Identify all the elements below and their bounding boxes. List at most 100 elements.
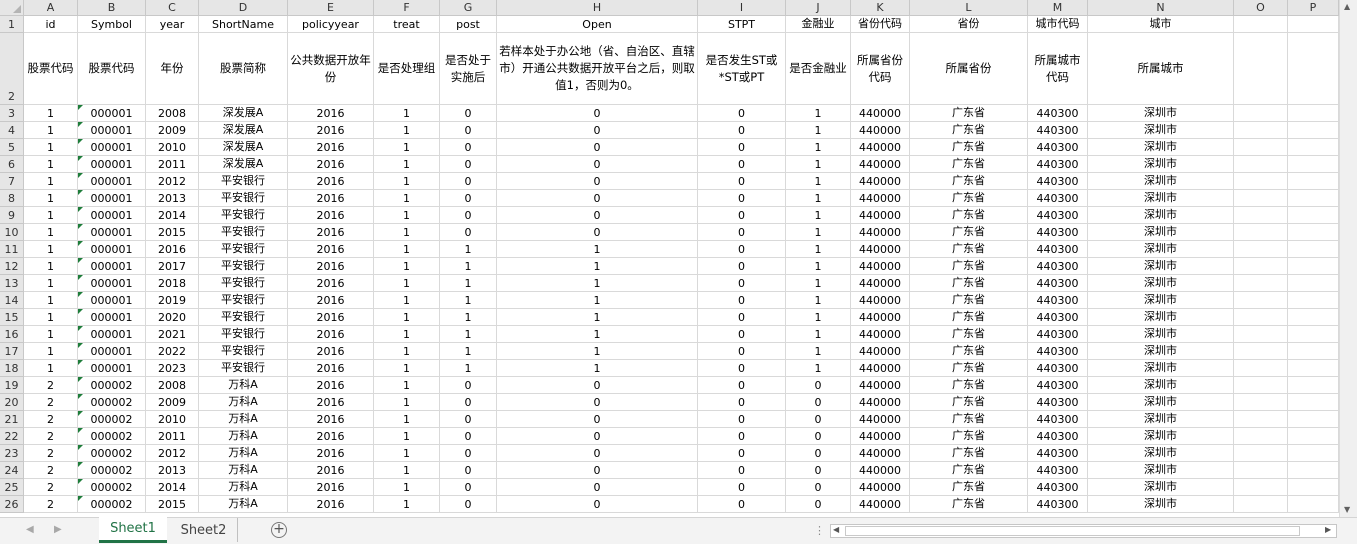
- column-description-cell[interactable]: 股票简称: [199, 33, 288, 105]
- table-cell[interactable]: 平安银行: [199, 258, 288, 275]
- table-cell[interactable]: 广东省: [910, 394, 1028, 411]
- table-cell[interactable]: 2022: [146, 343, 199, 360]
- table-cell[interactable]: 2016: [288, 122, 374, 139]
- row-header[interactable]: 9: [0, 207, 24, 224]
- table-cell[interactable]: 440000: [851, 292, 910, 309]
- table-cell[interactable]: [1288, 241, 1339, 258]
- table-cell[interactable]: 深圳市: [1088, 292, 1234, 309]
- table-cell[interactable]: 1: [786, 224, 851, 241]
- table-cell[interactable]: 440000: [851, 241, 910, 258]
- table-cell[interactable]: 000001: [78, 360, 146, 377]
- table-cell[interactable]: 440300: [1028, 428, 1088, 445]
- table-cell[interactable]: 0: [497, 496, 698, 513]
- table-cell[interactable]: 2: [24, 445, 78, 462]
- table-cell[interactable]: 深圳市: [1088, 241, 1234, 258]
- table-cell[interactable]: 440000: [851, 309, 910, 326]
- table-cell[interactable]: 0: [497, 377, 698, 394]
- table-cell[interactable]: 440300: [1028, 479, 1088, 496]
- table-cell[interactable]: 深圳市: [1088, 428, 1234, 445]
- table-cell[interactable]: 1: [497, 326, 698, 343]
- table-cell[interactable]: 1: [440, 241, 497, 258]
- row-header[interactable]: 23: [0, 445, 24, 462]
- table-cell[interactable]: 2012: [146, 445, 199, 462]
- table-cell[interactable]: 深圳市: [1088, 190, 1234, 207]
- table-cell[interactable]: 440000: [851, 207, 910, 224]
- table-cell[interactable]: [1234, 105, 1288, 122]
- column-title-cell[interactable]: 省份: [910, 16, 1028, 33]
- row-header[interactable]: 12: [0, 258, 24, 275]
- table-cell[interactable]: 0: [497, 428, 698, 445]
- table-cell[interactable]: [1234, 292, 1288, 309]
- table-cell[interactable]: [1234, 207, 1288, 224]
- table-cell[interactable]: 0: [497, 224, 698, 241]
- table-cell[interactable]: 2016: [288, 360, 374, 377]
- table-cell[interactable]: 2016: [288, 258, 374, 275]
- table-cell[interactable]: 深圳市: [1088, 479, 1234, 496]
- table-cell[interactable]: 0: [698, 224, 786, 241]
- table-cell[interactable]: 2008: [146, 377, 199, 394]
- table-cell[interactable]: 广东省: [910, 156, 1028, 173]
- table-cell[interactable]: 000001: [78, 156, 146, 173]
- table-cell[interactable]: 1: [24, 173, 78, 190]
- table-cell[interactable]: 广东省: [910, 360, 1028, 377]
- column-header-p[interactable]: P: [1288, 0, 1339, 16]
- table-cell[interactable]: 000002: [78, 377, 146, 394]
- table-cell[interactable]: 0: [440, 462, 497, 479]
- table-cell[interactable]: 2: [24, 462, 78, 479]
- table-cell[interactable]: 1: [497, 275, 698, 292]
- table-cell[interactable]: [1234, 496, 1288, 513]
- table-cell[interactable]: 0: [440, 190, 497, 207]
- table-cell[interactable]: 2015: [146, 496, 199, 513]
- table-cell[interactable]: 0: [440, 139, 497, 156]
- row-header[interactable]: 4: [0, 122, 24, 139]
- table-cell[interactable]: 2016: [288, 190, 374, 207]
- table-cell[interactable]: 440300: [1028, 394, 1088, 411]
- table-cell[interactable]: 深圳市: [1088, 411, 1234, 428]
- column-header-f[interactable]: F: [374, 0, 440, 16]
- table-cell[interactable]: 2017: [146, 258, 199, 275]
- table-cell[interactable]: 0: [698, 241, 786, 258]
- table-cell[interactable]: 0: [698, 258, 786, 275]
- table-cell[interactable]: 0: [698, 156, 786, 173]
- table-cell[interactable]: 2016: [288, 275, 374, 292]
- table-cell[interactable]: 2021: [146, 326, 199, 343]
- table-cell[interactable]: 0: [698, 428, 786, 445]
- table-cell[interactable]: 1: [24, 275, 78, 292]
- table-cell[interactable]: 1: [786, 122, 851, 139]
- table-cell[interactable]: 平安银行: [199, 207, 288, 224]
- table-cell[interactable]: 0: [698, 462, 786, 479]
- row-header[interactable]: 22: [0, 428, 24, 445]
- horizontal-scrollbar[interactable]: ◀ ▶: [830, 524, 1337, 538]
- row-header[interactable]: 6: [0, 156, 24, 173]
- table-cell[interactable]: 2015: [146, 224, 199, 241]
- table-cell[interactable]: 万科A: [199, 411, 288, 428]
- table-cell[interactable]: 2016: [288, 105, 374, 122]
- table-cell[interactable]: [1234, 445, 1288, 462]
- table-cell[interactable]: 广东省: [910, 275, 1028, 292]
- table-cell[interactable]: 1: [374, 462, 440, 479]
- table-cell[interactable]: 1: [497, 343, 698, 360]
- column-title-cell[interactable]: year: [146, 16, 199, 33]
- column-description-cell[interactable]: [1288, 33, 1339, 105]
- column-description-cell[interactable]: 是否金融业: [786, 33, 851, 105]
- table-cell[interactable]: 440300: [1028, 445, 1088, 462]
- table-cell[interactable]: 1: [786, 292, 851, 309]
- table-cell[interactable]: 1: [24, 309, 78, 326]
- table-cell[interactable]: 万科A: [199, 462, 288, 479]
- row-header[interactable]: 24: [0, 462, 24, 479]
- table-cell[interactable]: 2016: [288, 479, 374, 496]
- table-cell[interactable]: 440300: [1028, 190, 1088, 207]
- table-cell[interactable]: 000002: [78, 394, 146, 411]
- table-cell[interactable]: 1: [786, 275, 851, 292]
- table-cell[interactable]: 0: [440, 122, 497, 139]
- table-cell[interactable]: 1: [786, 258, 851, 275]
- table-cell[interactable]: 440000: [851, 139, 910, 156]
- table-cell[interactable]: 440300: [1028, 139, 1088, 156]
- table-cell[interactable]: 广东省: [910, 190, 1028, 207]
- table-cell[interactable]: 000001: [78, 190, 146, 207]
- plus-circle-icon[interactable]: +: [271, 522, 287, 538]
- table-cell[interactable]: 广东省: [910, 479, 1028, 496]
- column-description-cell[interactable]: 所属省份代码: [851, 33, 910, 105]
- table-cell[interactable]: 1: [374, 241, 440, 258]
- table-cell[interactable]: [1288, 360, 1339, 377]
